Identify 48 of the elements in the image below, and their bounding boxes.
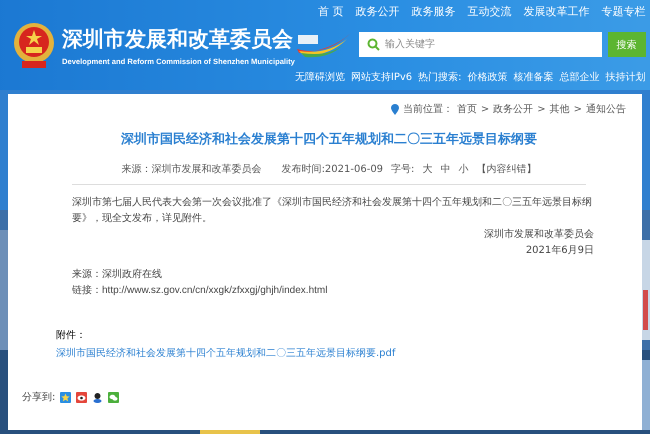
emblem-icon <box>12 21 56 69</box>
font-size-link[interactable]: 小 <box>458 162 468 176</box>
person-icon[interactable] <box>92 392 104 402</box>
share-label: 分享到: <box>22 390 56 404</box>
source-text: 来源：深圳政府在线 <box>72 268 162 282</box>
breadcrumb-label: 当前位置： <box>402 102 453 116</box>
breadcrumb-link[interactable]: 通知公告 <box>586 102 626 116</box>
search-field[interactable]: 输入关键字 <box>358 32 602 57</box>
link-label: 链接： <box>72 284 102 298</box>
search-button[interactable]: 搜索 <box>608 32 646 57</box>
nav-link[interactable]: 首 页 <box>318 4 344 19</box>
article-title: 深圳市国民经济和社会发展第十四个五年规划和二〇三五年远景目标纲要 <box>120 130 538 148</box>
breadcrumb-link[interactable]: 首页 <box>456 102 477 116</box>
site-title: 深圳市发展和改革委员会 <box>62 26 294 52</box>
signature-text: 深圳市发展和改革委员会 <box>483 228 594 242</box>
article-paragraph: 深圳市第七届人民代表大会第一次会议批准了《深圳市国民经济和社会发展第十四个五年规划和二〇三五年远景目标纲要》，现全文发布，详见附件。 <box>72 196 593 226</box>
search-icon <box>366 38 380 51</box>
hot-search-link[interactable]: 价格政策 <box>468 70 508 84</box>
hot-search-link[interactable]: 核准备案 <box>514 70 554 84</box>
location-pin-icon <box>390 104 399 114</box>
breadcrumb-separator: > <box>480 104 490 114</box>
hot-search-label: 热门搜索: <box>418 70 462 84</box>
hot-search-link[interactable]: 总部企业 <box>560 70 600 84</box>
chat-icon[interactable] <box>108 392 120 402</box>
signed-date: 2021年6月9日 <box>524 244 594 258</box>
source-text: 来源：深圳市发展和改革委员会 <box>122 162 262 176</box>
nav-link[interactable]: 专题专栏 <box>602 4 646 19</box>
star-icon[interactable] <box>60 392 72 402</box>
header-link[interactable]: 无障碍浏览 <box>294 70 345 84</box>
error-report-link[interactable]: 【内容纠错】 <box>476 162 536 176</box>
attachment-label: 附件： <box>56 329 87 342</box>
nav-link[interactable]: 政务公开 <box>356 4 400 19</box>
eye-icon[interactable] <box>76 392 88 402</box>
breadcrumb-link[interactable]: 政务公开 <box>493 102 534 116</box>
url-link[interactable]: http://www.sz.gov.cn/cn/xxgk/zfxxgj/ghjh/index.html <box>102 283 328 299</box>
header-link[interactable]: 网站支持IPv6 <box>350 70 412 84</box>
font-size-label: 字号: <box>391 162 414 176</box>
breadcrumb-link[interactable]: 其他 <box>550 102 570 116</box>
publish-date: 发布时间:2021-06-09 <box>282 162 384 176</box>
hot-search-link[interactable]: 扶持计划 <box>606 70 646 84</box>
nav-link[interactable]: 发展改革工作 <box>524 4 590 19</box>
font-size-link[interactable]: 大 <box>422 162 432 176</box>
breadcrumb-separator: > <box>574 104 582 114</box>
font-size-link[interactable]: 中 <box>440 162 450 176</box>
attachment-link[interactable]: 深圳市国民经济和社会发展第十四个五年规划和二〇三五年远景目标纲要.pdf <box>56 346 626 360</box>
nav-link[interactable]: 政务服务 <box>412 4 456 19</box>
breadcrumb-separator: > <box>537 104 546 114</box>
nav-link[interactable]: 互动交流 <box>468 4 512 19</box>
